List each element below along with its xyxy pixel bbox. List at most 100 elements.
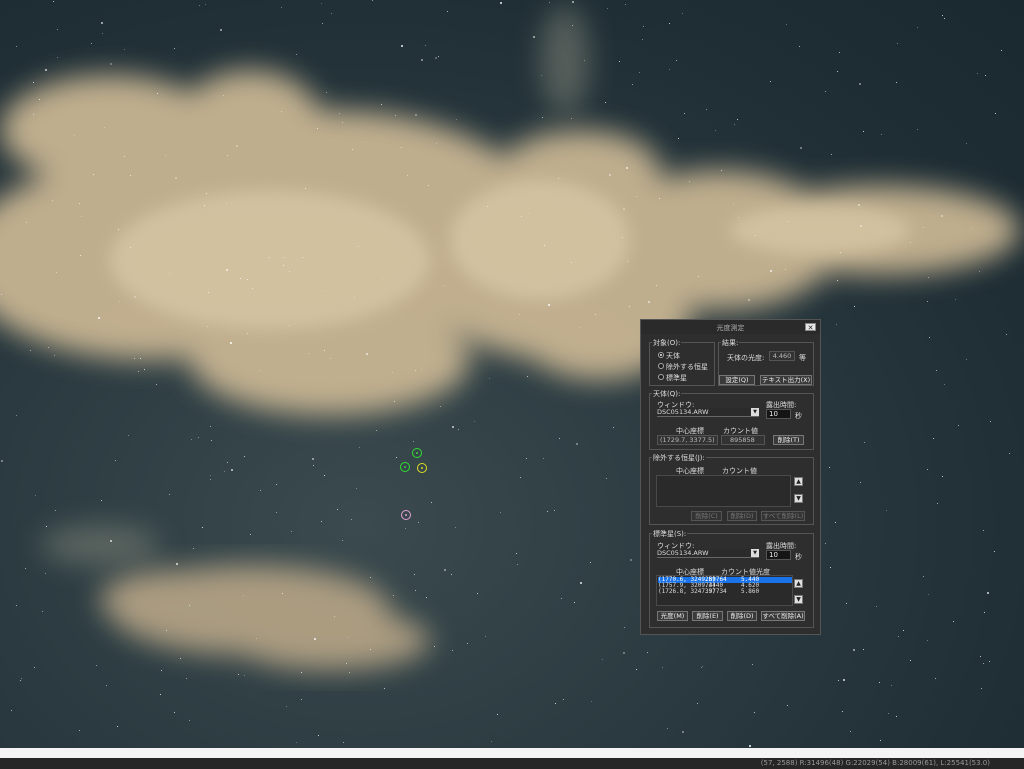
radio-object-label[interactable]: 天体 (666, 351, 680, 361)
star (421, 59, 423, 61)
star (500, 2, 502, 4)
star (937, 503, 938, 504)
star (392, 372, 393, 373)
star (981, 688, 982, 689)
object-marker[interactable] (400, 462, 410, 472)
star (331, 13, 332, 14)
star (830, 567, 831, 568)
star (91, 43, 92, 44)
star (281, 7, 282, 8)
star (800, 147, 802, 149)
star (202, 527, 203, 528)
star (787, 705, 788, 706)
magnitude-button[interactable]: 光度(M) (657, 611, 688, 621)
object-marker[interactable] (412, 448, 422, 458)
star (342, 540, 343, 541)
star (559, 438, 560, 439)
star (929, 337, 930, 338)
star (57, 29, 58, 30)
standard-star-mag: 5.860 (741, 588, 760, 595)
star (748, 299, 750, 301)
star (917, 129, 918, 130)
star (528, 213, 529, 214)
star (980, 656, 981, 657)
star (910, 242, 911, 243)
star (876, 606, 877, 607)
star (236, 145, 238, 147)
excluded-star-marker[interactable] (417, 463, 427, 473)
dialog-titlebar[interactable]: 光度測定 ✕ (641, 320, 820, 334)
star (923, 227, 924, 228)
chevron-down-icon[interactable]: ▼ (751, 549, 759, 557)
standard-remove-all-button[interactable]: すべて削除(A) (761, 611, 805, 621)
radio-excluded-star-label[interactable]: 除外する恒星 (666, 362, 708, 372)
star (458, 429, 459, 430)
excluded-list[interactable] (656, 475, 791, 507)
scroll-down-icon[interactable]: ▼ (794, 494, 803, 503)
star (942, 15, 943, 16)
object-exposure-input[interactable]: 10 (766, 409, 791, 419)
star (558, 178, 559, 179)
star (977, 73, 978, 74)
star (186, 678, 187, 679)
star (115, 460, 116, 461)
star (548, 304, 550, 306)
star (979, 271, 980, 272)
object-center-value: (1729.7, 3377.5) (657, 435, 718, 445)
star (117, 726, 118, 727)
settings-button[interactable]: 設定(Q) (719, 375, 755, 385)
star (224, 471, 225, 472)
star (33, 82, 34, 83)
star (864, 442, 865, 443)
object-window-select[interactable]: DSC05134.ARW ▼ (657, 408, 759, 417)
star (966, 359, 967, 360)
excluded-delete-button[interactable]: 削除(C) (691, 511, 722, 521)
chevron-down-icon[interactable]: ▼ (751, 408, 759, 416)
star (226, 203, 227, 204)
star (543, 458, 544, 459)
star (846, 603, 847, 604)
scroll-down-icon[interactable]: ▼ (794, 595, 803, 604)
star (210, 426, 211, 427)
star (189, 605, 190, 606)
star (421, 369, 422, 370)
star (296, 54, 297, 55)
close-button[interactable]: ✕ (805, 323, 816, 332)
star (1, 294, 2, 295)
object-delete-button[interactable]: 削除(T) (773, 435, 804, 445)
star (648, 301, 650, 303)
radio-standard-star[interactable] (658, 374, 664, 380)
star (755, 235, 756, 236)
star (296, 742, 297, 743)
star (697, 703, 698, 704)
standard-exposure-input[interactable]: 10 (766, 550, 791, 560)
standard-star-marker[interactable] (401, 510, 411, 520)
excluded-remove-button[interactable]: 削除(D) (727, 511, 757, 521)
star (39, 99, 40, 100)
star (55, 510, 56, 511)
star (542, 117, 543, 118)
star (240, 278, 241, 279)
star (944, 18, 945, 19)
radio-standard-star-label[interactable]: 標準星 (666, 373, 687, 383)
star (701, 667, 702, 668)
standard-delete-button[interactable]: 削除(E) (692, 611, 723, 621)
star (281, 111, 282, 112)
standard-window-select[interactable]: DSC05134.ARW ▼ (657, 549, 759, 558)
standard-star-row[interactable]: (1726.8, 3247.9) 337734 5.860 (658, 589, 792, 595)
radio-excluded-star[interactable] (658, 363, 664, 369)
text-output-button[interactable]: テキスト出力(X) (760, 375, 812, 385)
star (243, 595, 244, 596)
scroll-up-icon[interactable]: ▲ (794, 477, 803, 486)
radio-object[interactable] (658, 352, 664, 358)
star (572, 1, 574, 3)
astro-image[interactable] (0, 0, 1024, 748)
star (376, 430, 377, 431)
star (555, 703, 556, 704)
excluded-remove-all-button[interactable]: すべて削除(L) (761, 511, 805, 521)
star (799, 46, 800, 47)
star (516, 553, 517, 554)
standard-remove-button[interactable]: 削除(D) (727, 611, 757, 621)
standard-list[interactable]: (1770.6, 3249.5) 289764 5.440 (1757.9, 3209… (656, 575, 793, 606)
scroll-up-icon[interactable]: ▲ (794, 579, 803, 588)
